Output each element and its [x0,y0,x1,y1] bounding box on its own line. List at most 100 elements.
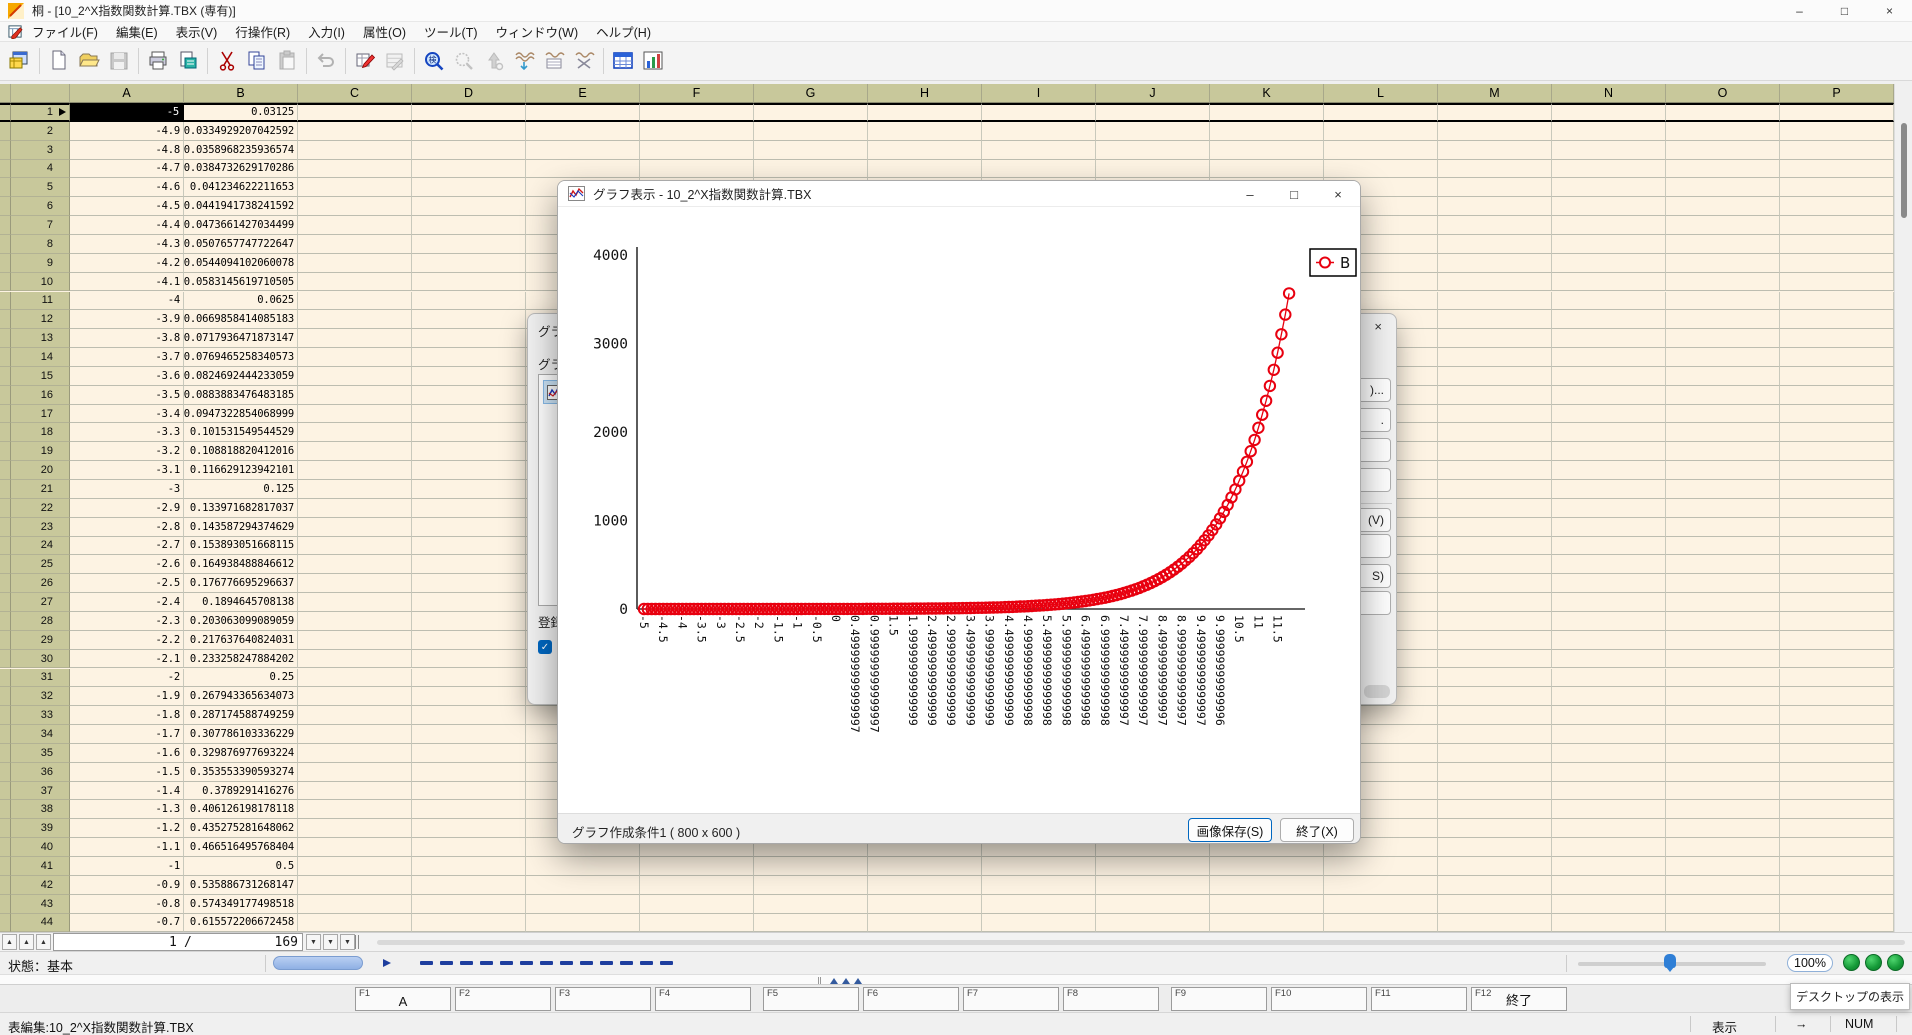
cell-G3[interactable] [754,141,868,160]
cell-N7[interactable] [1552,216,1666,235]
row-number[interactable]: 29 [11,631,70,650]
menu-item-2[interactable]: 編集(E) [107,22,167,42]
jump-last-button[interactable]: ▼ [340,934,355,950]
horizontal-scrollbar[interactable] [377,940,1905,945]
cell-P44[interactable] [1780,914,1894,932]
cell-N10[interactable] [1552,273,1666,292]
vertical-scrollbar[interactable] [1894,84,1912,932]
column-header-O[interactable]: O [1666,84,1780,103]
status-green-indicator-2[interactable] [1865,954,1882,971]
cell-M29[interactable] [1438,631,1552,650]
cell-N5[interactable] [1552,178,1666,197]
cell-A29[interactable]: -2.2 [70,631,184,650]
cell-B12[interactable]: 0.0669858414085183 [184,310,298,329]
cell-C9[interactable] [298,254,412,273]
cell-O32[interactable] [1666,687,1780,706]
cell-B6[interactable]: 0.0441941738241592 [184,197,298,216]
cell-M7[interactable] [1438,216,1552,235]
cell-H42[interactable] [868,876,982,895]
cell-L4[interactable] [1324,160,1438,179]
cell-D33[interactable] [412,706,526,725]
cell-P12[interactable] [1780,310,1894,329]
cell-I3[interactable] [982,141,1096,160]
cell-N24[interactable] [1552,537,1666,556]
cell-A18[interactable]: -3.3 [70,423,184,442]
cell-M40[interactable] [1438,838,1552,857]
cell-P40[interactable] [1780,838,1894,857]
row-gutter[interactable] [0,555,11,574]
cell-A41[interactable]: -1 [70,857,184,876]
cell-B30[interactable]: 0.233258247884202 [184,650,298,669]
cell-O18[interactable] [1666,423,1780,442]
cell-M33[interactable] [1438,706,1552,725]
maximize-button[interactable]: □ [1822,0,1867,22]
column-header-C[interactable]: C [298,84,412,103]
cell-N44[interactable] [1552,914,1666,932]
row-number[interactable]: 26 [11,574,70,593]
cell-D44[interactable] [412,914,526,932]
cell-P10[interactable] [1780,273,1894,292]
cell-C18[interactable] [298,423,412,442]
cell-A43[interactable]: -0.8 [70,895,184,914]
cell-P2[interactable] [1780,122,1894,141]
cell-C32[interactable] [298,687,412,706]
cell-O12[interactable] [1666,310,1780,329]
cell-M3[interactable] [1438,141,1552,160]
row-number[interactable]: 13 [11,329,70,348]
cell-L44[interactable] [1324,914,1438,932]
cell-C41[interactable] [298,857,412,876]
cell-D41[interactable] [412,857,526,876]
cell-N4[interactable] [1552,160,1666,179]
column-header-P[interactable]: P [1780,84,1894,103]
cell-M5[interactable] [1438,178,1552,197]
cell-N17[interactable] [1552,405,1666,424]
cell-O26[interactable] [1666,574,1780,593]
column-header-M[interactable]: M [1438,84,1552,103]
row-number[interactable]: 37 [11,782,70,801]
cell-edit-icon[interactable] [351,47,379,75]
cell-O23[interactable] [1666,518,1780,537]
cell-D13[interactable] [412,329,526,348]
cell-C10[interactable] [298,273,412,292]
cell-K2[interactable] [1210,122,1324,141]
cell-K3[interactable] [1210,141,1324,160]
cell-P20[interactable] [1780,461,1894,480]
cell-I4[interactable] [982,160,1096,179]
cell-P28[interactable] [1780,612,1894,631]
cell-N20[interactable] [1552,461,1666,480]
cell-E3[interactable] [526,141,640,160]
cell-H2[interactable] [868,122,982,141]
row-gutter[interactable] [0,141,11,160]
cell-B37[interactable]: 0.3789291416276 [184,782,298,801]
row-gutter[interactable] [0,706,11,725]
cell-M43[interactable] [1438,895,1552,914]
cell-N15[interactable] [1552,367,1666,386]
cell-M27[interactable] [1438,593,1552,612]
cell-P3[interactable] [1780,141,1894,160]
cell-B11[interactable]: 0.0625 [184,292,298,311]
fkey-f8[interactable]: F8 [1063,987,1159,1011]
cell-C14[interactable] [298,348,412,367]
cell-F1[interactable] [640,103,754,122]
cell-A17[interactable]: -3.4 [70,405,184,424]
cell-M17[interactable] [1438,405,1552,424]
cell-D9[interactable] [412,254,526,273]
cell-O27[interactable] [1666,593,1780,612]
row-number[interactable]: 28 [11,612,70,631]
row-number[interactable]: 19 [11,442,70,461]
cell-J4[interactable] [1096,160,1210,179]
cell-C38[interactable] [298,800,412,819]
cell-M26[interactable] [1438,574,1552,593]
cell-C43[interactable] [298,895,412,914]
cell-D43[interactable] [412,895,526,914]
cell-B33[interactable]: 0.287174588749259 [184,706,298,725]
cell-M13[interactable] [1438,329,1552,348]
cell-A31[interactable]: -2 [70,669,184,688]
cell-O31[interactable] [1666,669,1780,688]
cell-P35[interactable] [1780,744,1894,763]
cell-B16[interactable]: 0.0883883476483185 [184,386,298,405]
cell-P14[interactable] [1780,348,1894,367]
cell-C30[interactable] [298,650,412,669]
row-number[interactable]: 38 [11,800,70,819]
cell-A16[interactable]: -3.5 [70,386,184,405]
